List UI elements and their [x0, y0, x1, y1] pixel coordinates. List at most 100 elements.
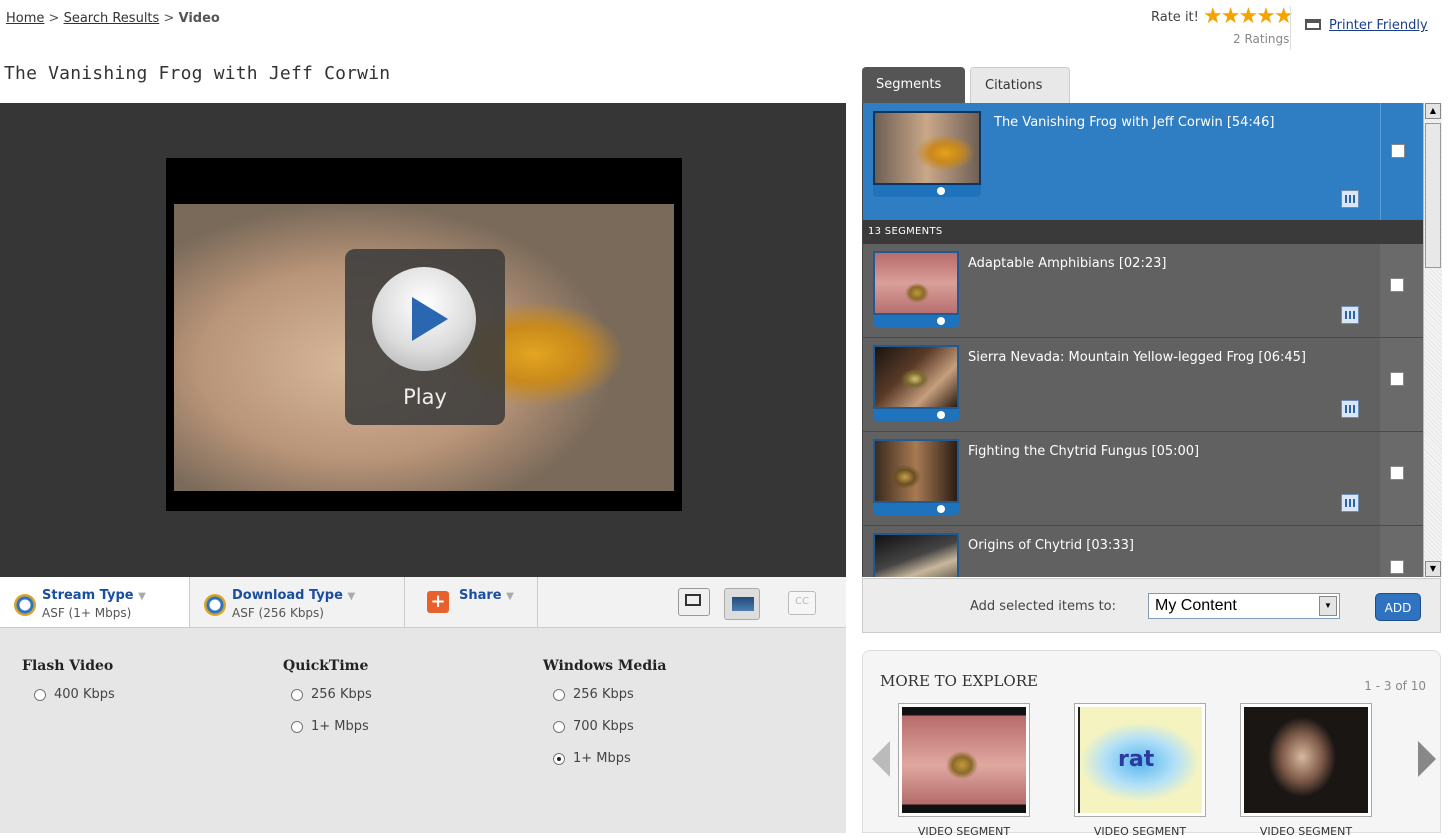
tab-download-type[interactable]: Download Type ▼ ASF (256 Kbps) — [190, 577, 405, 627]
segment-title[interactable]: Sierra Nevada: Mountain Yellow-legged Fr… — [968, 350, 1306, 365]
segment-title[interactable]: Fighting the Chytrid Fungus [05:00] — [968, 444, 1199, 459]
format-option-label: 256 Kbps — [311, 687, 372, 702]
add-selected-bar: Add selected items to: My Content ▼ ADD — [862, 578, 1441, 633]
play-button[interactable]: Play — [345, 249, 505, 425]
checkbox-column — [1380, 432, 1424, 525]
player-tools: CC — [538, 577, 846, 627]
chevron-down-icon[interactable]: ▼ — [1319, 596, 1337, 616]
radio-button[interactable] — [291, 689, 303, 701]
main-segment-title[interactable]: The Vanishing Frog with Jeff Corwin [54:… — [994, 115, 1274, 130]
printer-friendly-link[interactable]: Printer Friendly — [1305, 18, 1428, 33]
segment-checkbox[interactable] — [1391, 144, 1405, 158]
breadcrumb-home-link[interactable]: Home — [6, 11, 44, 26]
explore-card-label: VIDEO SEGMENT — [917, 825, 1011, 838]
quicktime-column: QuickTime 256 Kbps 1+ Mbps — [283, 658, 372, 738]
checkbox-column — [1380, 244, 1424, 337]
segment-thumbnail[interactable] — [873, 439, 959, 515]
breadcrumb-current: Video — [178, 11, 220, 26]
breadcrumb-separator: > — [159, 11, 179, 26]
tab-share[interactable]: + Share ▼ — [405, 577, 538, 627]
format-option[interactable]: 700 Kbps — [553, 719, 667, 738]
fullscreen-icon — [685, 594, 701, 606]
closed-captions-button[interactable]: CC — [788, 591, 816, 615]
previous-arrow-icon[interactable] — [872, 741, 890, 777]
format-option[interactable]: 256 Kbps — [291, 687, 372, 706]
tab-citations[interactable]: Citations — [970, 67, 1070, 103]
flash-video-heading: Flash Video — [22, 658, 114, 674]
breadcrumb-search-results-link[interactable]: Search Results — [64, 11, 160, 26]
fullscreen-button[interactable] — [678, 588, 710, 616]
segment-list-scrollbar[interactable]: ▲ ▼ — [1423, 103, 1442, 577]
segment-thumbnail[interactable] — [873, 533, 959, 577]
windows-media-heading: Windows Media — [543, 658, 667, 674]
segment-checkbox[interactable] — [1390, 560, 1404, 574]
segment-row[interactable]: Adaptable Amphibians [02:23] — [863, 244, 1424, 338]
scrollbar-thumb[interactable] — [1425, 123, 1441, 268]
format-option-label: 400 Kbps — [54, 687, 115, 702]
segment-thumbnail[interactable] — [873, 251, 959, 327]
segment-row[interactable]: Sierra Nevada: Mountain Yellow-legged Fr… — [863, 338, 1424, 432]
segment-title[interactable]: Origins of Chytrid [03:33] — [968, 538, 1134, 553]
divider — [1290, 6, 1291, 50]
scroll-down-icon[interactable]: ▼ — [1425, 561, 1441, 577]
download-icon[interactable] — [1341, 306, 1359, 324]
download-type-value: ASF (256 Kbps) — [232, 606, 324, 620]
printer-friendly-label[interactable]: Printer Friendly — [1329, 18, 1428, 33]
add-destination-select[interactable]: My Content ▼ — [1148, 593, 1340, 619]
radio-button[interactable] — [553, 721, 565, 733]
download-icon[interactable] — [1341, 190, 1359, 208]
explore-card[interactable]: rat VIDEO SEGMENT — [1074, 703, 1206, 838]
segment-title[interactable]: Adaptable Amphibians [02:23] — [968, 256, 1166, 271]
segment-count: 13 SEGMENTS — [863, 220, 1424, 244]
radio-button[interactable] — [291, 721, 303, 733]
star-rating-icon[interactable]: ★★★★★ — [1203, 4, 1294, 29]
scroll-up-icon[interactable]: ▲ — [1425, 103, 1441, 119]
segment-row[interactable]: Origins of Chytrid [03:33] — [863, 526, 1424, 577]
radio-button[interactable] — [553, 689, 565, 701]
explore-card-text: rat — [1118, 747, 1155, 772]
popout-icon — [732, 597, 754, 611]
explore-card-image[interactable] — [898, 703, 1030, 817]
chevron-down-icon: ▼ — [138, 591, 146, 602]
radio-button[interactable] — [34, 689, 46, 701]
format-option-label: 700 Kbps — [573, 719, 634, 734]
download-icon[interactable] — [1341, 494, 1359, 512]
explore-card-image[interactable]: rat — [1074, 703, 1206, 817]
main-segment-row[interactable]: The Vanishing Frog with Jeff Corwin [54:… — [863, 103, 1424, 221]
explore-card[interactable]: VIDEO SEGMENT — [898, 703, 1030, 838]
more-to-explore: MORE TO EXPLORE 1 - 3 of 10 VIDEO SEGMEN… — [862, 650, 1441, 838]
format-option[interactable]: 1+ Mbps — [553, 751, 667, 770]
segment-list: The Vanishing Frog with Jeff Corwin [54:… — [862, 103, 1424, 577]
share-title: Share — [459, 588, 502, 603]
chevron-down-icon: ▼ — [347, 591, 356, 602]
flash-video-column: Flash Video 400 Kbps — [22, 658, 115, 706]
format-option[interactable]: 400 Kbps — [34, 687, 115, 706]
segment-row[interactable]: Fighting the Chytrid Fungus [05:00] — [863, 432, 1424, 526]
rating-count: 2 Ratings — [1233, 32, 1290, 46]
segment-checkbox[interactable] — [1390, 372, 1404, 386]
explore-card[interactable]: VIDEO SEGMENT — [1240, 703, 1372, 838]
add-button[interactable]: ADD — [1375, 593, 1421, 621]
segment-checkbox[interactable] — [1390, 466, 1404, 480]
more-to-explore-count: 1 - 3 of 10 — [1364, 679, 1426, 693]
video-player[interactable]: Play — [0, 103, 846, 577]
popout-player-button[interactable] — [724, 588, 760, 620]
download-icon[interactable] — [1341, 400, 1359, 418]
segment-checkbox[interactable] — [1390, 278, 1404, 292]
format-option-label: 1+ Mbps — [311, 719, 369, 734]
tab-segments[interactable]: Segments — [862, 67, 965, 103]
quicktime-heading: QuickTime — [283, 658, 369, 674]
explore-card-image[interactable] — [1240, 703, 1372, 817]
segment-thumbnail[interactable] — [873, 111, 981, 197]
play-label: Play — [403, 385, 447, 409]
segment-thumbnail[interactable] — [873, 345, 959, 421]
media-icon — [14, 594, 36, 616]
format-option[interactable]: 1+ Mbps — [291, 719, 369, 738]
breadcrumb-separator: > — [44, 11, 64, 26]
next-arrow-icon[interactable] — [1418, 741, 1436, 777]
play-icon — [372, 267, 476, 371]
format-options-panel: Flash Video 400 Kbps QuickTime 256 Kbps … — [0, 628, 846, 833]
format-option[interactable]: 256 Kbps — [553, 687, 667, 706]
radio-button-selected[interactable] — [553, 753, 565, 765]
tab-stream-type[interactable]: Stream Type ▼ ASF (1+ Mbps) — [0, 577, 190, 627]
